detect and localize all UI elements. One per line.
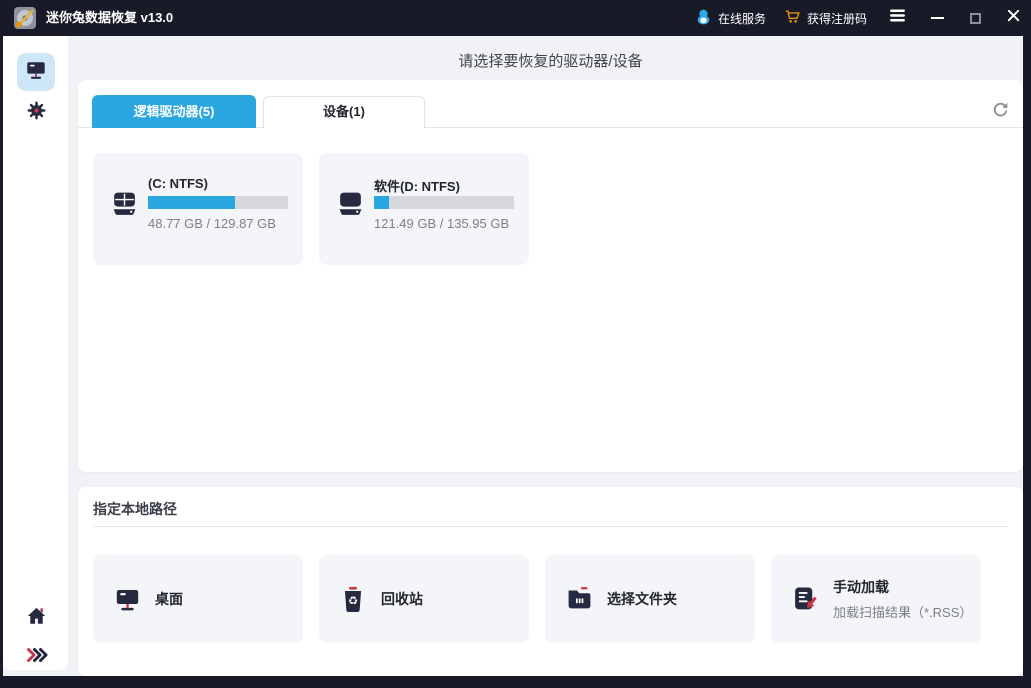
drive-size: 121.49 GB / 135.95 GB [374, 216, 509, 231]
qq-icon [695, 8, 712, 28]
svg-text:♻: ♻ [348, 594, 358, 607]
sidebar-item-settings[interactable] [26, 100, 47, 121]
path-card-desktop[interactable]: 桌面 [93, 555, 303, 643]
drive-card-d[interactable]: 软件(D: NTFS) 121.49 GB / 135.95 GB [319, 153, 529, 265]
path-label: 桌面 [155, 589, 183, 609]
page-title: 请选择要恢复的驱动器/设备 [78, 50, 1023, 71]
close-button[interactable] [1005, 10, 1021, 26]
drive-selection-panel: 逻辑驱动器(5) 设备(1) (C: NTFS) [78, 80, 1023, 472]
gear-icon [26, 108, 47, 125]
path-card-select-folder[interactable]: 选择文件夹 [545, 555, 755, 643]
menu-button[interactable] [887, 10, 907, 26]
path-card-manual-load[interactable]: 手动加载 加载扫描结果（*.RSS） [771, 555, 981, 643]
sidebar-item-drives[interactable] [17, 53, 55, 91]
cart-icon [784, 8, 801, 28]
section-divider [93, 526, 1008, 527]
double-chevron-icon [26, 650, 48, 667]
path-card-recycle-bin[interactable]: ♻ 回收站 [319, 555, 529, 643]
refresh-button[interactable] [991, 101, 1010, 120]
monitor-icon [25, 59, 47, 86]
folder-icon [566, 586, 593, 613]
titlebar: 迷你兔数据恢复 v13.0 在线服务 获得注册码 [0, 0, 1031, 36]
online-service-button[interactable]: 在线服务 [695, 8, 766, 28]
sidebar [3, 36, 68, 670]
app-logo-icon [12, 5, 38, 31]
minimize-icon [931, 17, 944, 19]
path-sublabel: 加载扫描结果（*.RSS） [833, 602, 972, 621]
hamburger-icon [889, 9, 906, 27]
local-path-panel: 指定本地路径 桌面 ♻ [78, 487, 1023, 676]
drive-usage-bar [374, 196, 514, 209]
drive-name: (C: NTFS) [148, 176, 208, 191]
app-title: 迷你兔数据恢复 v13.0 [46, 0, 173, 36]
maximize-icon [970, 13, 981, 24]
drive-usage-fill [148, 196, 235, 209]
tab-logical-drives[interactable]: 逻辑驱动器(5) [92, 95, 256, 128]
get-registration-label: 获得注册码 [807, 10, 867, 27]
path-label: 手动加载 [833, 577, 972, 597]
hard-drive-icon [336, 190, 365, 217]
window-body: 请选择要恢复的驱动器/设备 逻辑驱动器(5) 设备(1) [3, 36, 1023, 676]
home-icon [25, 614, 48, 631]
tab-devices[interactable]: 设备(1) [263, 96, 425, 128]
drive-usage-bar [148, 196, 288, 209]
desktop-icon [114, 586, 141, 613]
sidebar-item-home[interactable] [25, 605, 48, 627]
sidebar-expand-button[interactable] [26, 647, 48, 663]
drive-card-c[interactable]: (C: NTFS) 48.77 GB / 129.87 GB [93, 153, 303, 265]
refresh-icon [991, 107, 1010, 124]
drive-name: 软件(D: NTFS) [374, 176, 460, 195]
drive-usage-fill [374, 196, 389, 209]
hard-drive-icon [110, 190, 139, 217]
get-registration-button[interactable]: 获得注册码 [784, 8, 867, 28]
path-label: 选择文件夹 [607, 589, 677, 609]
close-icon [1007, 9, 1020, 27]
online-service-label: 在线服务 [718, 10, 766, 27]
drive-size: 48.77 GB / 129.87 GB [148, 216, 276, 231]
minimize-button[interactable] [929, 10, 945, 26]
maximize-button[interactable] [967, 10, 983, 26]
load-scan-result-icon [792, 586, 819, 613]
path-label: 回收站 [381, 589, 423, 609]
recycle-bin-icon: ♻ [340, 586, 367, 613]
section-title: 指定本地路径 [93, 499, 177, 519]
